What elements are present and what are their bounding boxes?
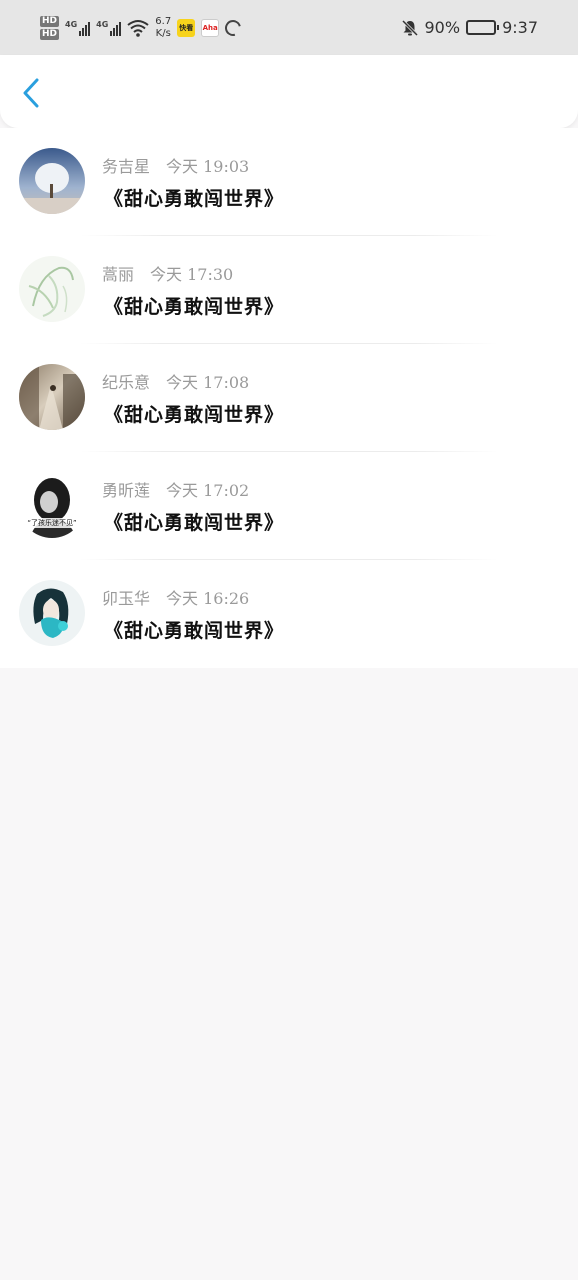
message-item[interactable]: 卯玉华 今天 16:26 《甜心勇敢闯世界》 — [0, 560, 578, 668]
loading-ring-icon — [222, 16, 245, 39]
message-time: 今天 17:02 — [166, 481, 250, 500]
message-list: 务吉星 今天 19:03 《甜心勇敢闯世界》 蒿丽 今天 17:30 《甜心勇敢… — [0, 128, 578, 668]
hd-badge: HD — [40, 28, 60, 40]
snow-tree-avatar[interactable] — [19, 148, 85, 214]
message-text: 《甜心勇敢闯世界》 — [104, 404, 285, 426]
street-photo-avatar[interactable] — [19, 364, 85, 430]
bw-portrait-avatar[interactable]: “了孩乐迷不见” — [19, 472, 85, 538]
message-meta: 卯玉华 今天 16:26 — [102, 585, 249, 609]
message-time: 今天 16:26 — [166, 589, 250, 608]
avatar-caption: “了孩乐迷不见” — [19, 518, 85, 528]
sender-name: 蒿丽 — [102, 265, 135, 284]
message-meta: 务吉星 今天 19:03 — [102, 153, 249, 177]
network-type: 4G — [96, 19, 109, 29]
battery-icon — [466, 20, 500, 35]
message-text: 《甜心勇敢闯世界》 — [104, 296, 285, 318]
message-meta: 蒿丽 今天 17:30 — [102, 261, 233, 285]
top-bar — [0, 55, 578, 128]
network-type: 4G — [65, 19, 78, 29]
message-time: 今天 19:03 — [166, 157, 250, 176]
message-text: 《甜心勇敢闯世界》 — [104, 188, 285, 210]
screen: HD HD 4G 4G 6.7 K/s 快看 Aha 90% 9:37 务吉星 … — [0, 0, 578, 1280]
anime-girl-avatar[interactable] — [19, 580, 85, 646]
status-left: HD HD 4G 4G 6.7 K/s 快看 Aha — [40, 15, 245, 40]
message-text: 《甜心勇敢闯世界》 — [104, 620, 285, 642]
speed-value: 6.7 — [155, 15, 172, 27]
network-speed: 6.7 K/s — [155, 16, 171, 40]
back-button[interactable] — [14, 73, 48, 113]
message-item[interactable]: 务吉星 今天 19:03 《甜心勇敢闯世界》 — [0, 128, 578, 236]
message-time: 今天 17:08 — [166, 373, 250, 392]
wifi-icon — [127, 19, 149, 37]
message-time: 今天 17:30 — [150, 265, 234, 284]
message-text: 《甜心勇敢闯世界》 — [104, 512, 285, 534]
signal-icon — [79, 20, 91, 36]
sender-name: 纪乐意 — [102, 373, 151, 392]
sender-name: 卯玉华 — [102, 589, 151, 608]
message-meta: 勇昕莲 今天 17:02 — [102, 477, 249, 501]
status-bar: HD HD 4G 4G 6.7 K/s 快看 Aha 90% 9:37 — [0, 0, 578, 55]
hd-badge: HD — [40, 15, 60, 27]
clock: 9:37 — [502, 18, 538, 37]
sender-name: 勇昕莲 — [102, 481, 151, 500]
message-item[interactable]: 纪乐意 今天 17:08 《甜心勇敢闯世界》 — [0, 344, 578, 452]
mute-bell-icon — [401, 19, 418, 36]
app-notification-icon: 快看 — [177, 18, 196, 37]
message-item[interactable]: “了孩乐迷不见” 勇昕莲 今天 17:02 《甜心勇敢闯世界》 — [0, 452, 578, 560]
app-notification-icon: Aha — [201, 18, 220, 37]
message-meta: 纪乐意 今天 17:08 — [102, 369, 249, 393]
hd-indicators: HD HD — [40, 15, 60, 40]
chevron-left-icon — [23, 78, 39, 108]
signal-icon — [110, 20, 122, 36]
speed-unit: K/s — [155, 27, 171, 39]
green-sketch-avatar[interactable] — [19, 256, 85, 322]
sender-name: 务吉星 — [102, 157, 151, 176]
message-item[interactable]: 蒿丽 今天 17:30 《甜心勇敢闯世界》 — [0, 236, 578, 344]
status-right: 90% 9:37 — [401, 18, 538, 37]
battery-percent: 90% — [424, 18, 461, 37]
